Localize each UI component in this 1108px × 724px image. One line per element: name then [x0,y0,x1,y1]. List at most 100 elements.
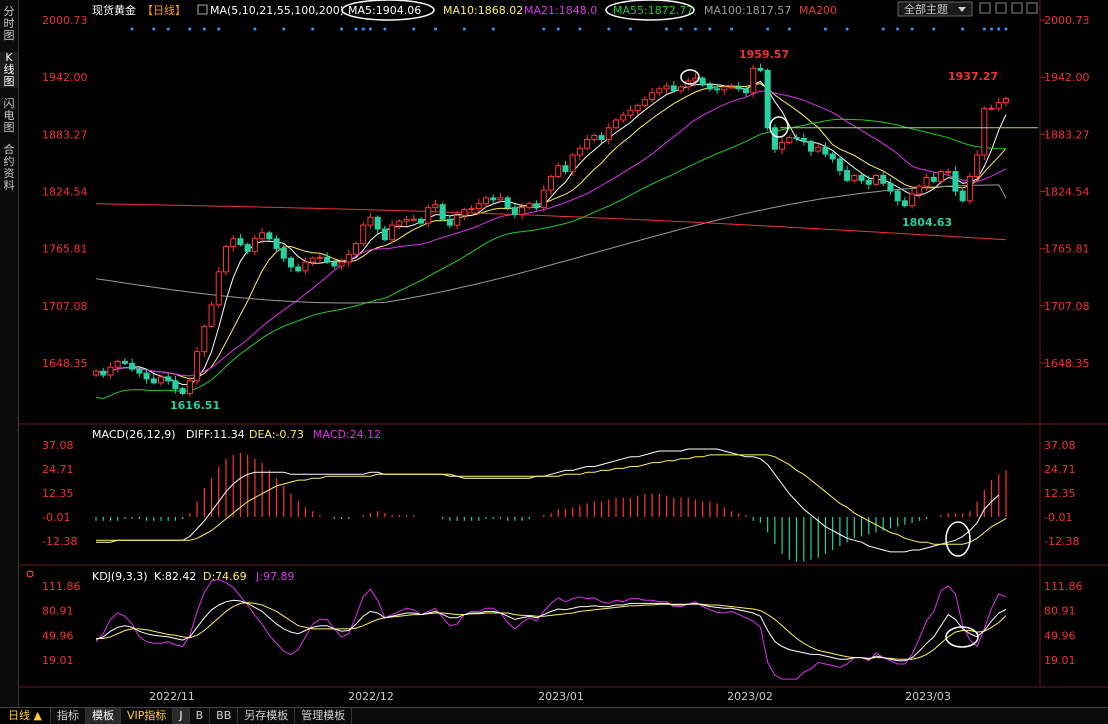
event-dot [340,27,344,31]
ma55-line [95,118,1007,400]
time-tick-label: 2023/03 [905,690,951,703]
event-dot [311,27,315,31]
event-dot [607,27,611,31]
candle-body [403,218,410,222]
candle-body [396,220,403,226]
macd-tick-label-left: -0.01 [42,511,70,524]
candle-body [894,190,901,202]
candle-body [677,86,685,92]
event-dot [961,27,965,31]
candle-body [490,197,497,201]
candle-body [714,88,721,91]
candle-body [584,138,591,149]
candlesticks [92,63,1010,397]
candle-body [251,238,258,252]
event-dot [152,27,156,31]
candle-body [345,253,352,263]
close-icon[interactable] [1026,2,1038,14]
tab-j[interactable]: J [173,708,190,724]
kdj-cross-circle [945,626,979,648]
kdj-k: K:82.42 [154,570,196,583]
candle-body [331,261,338,267]
event-dot [679,27,683,31]
period-button[interactable]: 日线 ▲ [0,708,51,724]
event-dot [910,27,914,31]
macd-histogram [95,452,1007,562]
tab-template[interactable]: 模板 [85,708,121,724]
candle-body [121,360,128,364]
ma55-value: MA55:1872.77 [613,4,693,17]
kdj-tick-label-left: 19.01 [42,654,74,667]
candle-body [844,170,851,181]
price-tick-label-left: 1883.27 [42,128,88,141]
candle-body [92,370,100,376]
macd-name: MACD(26,12,9) [92,428,176,441]
ma21-value: MA21:1848.0 [524,4,597,17]
candle-body [706,84,713,90]
candle-body [786,137,793,143]
tab-indicator[interactable]: 指标 [51,708,86,724]
candle-body [504,197,511,209]
low-label: 1616.51 [170,399,220,412]
candle-body [591,135,598,140]
event-dot [1004,27,1008,31]
ma200-value: MA200 [799,4,837,17]
theme-dropdown-label: 全部主题 [904,2,948,16]
tab-vip-indicator[interactable]: VIP指标 [121,708,174,724]
candle-body [287,257,295,268]
price-tick-label-left: 1765.81 [42,243,88,256]
event-dot [383,27,387,31]
macd-axis: 37.08 37.08 24.71 24.71 12.35 12.35 -0.01 -0.01… [42,439,1079,548]
event-dot [542,27,546,31]
candle-body [367,216,374,226]
restore-icon[interactable] [995,2,1007,14]
triangle-up-icon: ▲ [33,709,42,722]
high-label: 1959.57 [739,48,789,61]
candle-body [230,238,237,248]
macd-tick-label: 12.35 [1044,487,1076,500]
event-dot [730,27,734,31]
candle-body [656,88,663,94]
price-annotations: 1959.57 1616.51 1937.27 1804.63 [170,48,998,412]
event-dot [188,27,192,31]
tab-b[interactable]: B [190,708,211,724]
event-dot [412,27,416,31]
price-tick-label: 1707.08 [1044,300,1090,313]
tab-manage-template[interactable]: 管理模板 [295,708,353,724]
candle-body [165,376,172,382]
candle-body [641,99,648,106]
kdj-tick-label: 111.86 [1044,580,1083,593]
candle-body [880,174,887,184]
recent-low-label: 1804.63 [902,216,952,229]
candle-body [779,141,786,150]
price-tick-label-left: 1824.54 [42,186,88,199]
tab-save-template[interactable]: 另存模板 [238,708,296,724]
event-dot [282,27,286,31]
kdj-tick-label: 80.91 [1044,605,1076,618]
candle-body [547,175,555,191]
candle-body [815,146,822,152]
tab-bb[interactable]: BB [210,708,239,724]
event-dot [823,27,827,31]
candle-body [259,232,266,240]
indicator-settings-icon[interactable] [26,570,34,578]
candle-body [201,325,208,353]
candle-body [562,165,569,173]
minimize-icon[interactable] [979,2,991,14]
candle-body [612,119,620,129]
event-markers [130,27,1008,31]
maximize-icon[interactable] [1011,2,1023,14]
chart-settings-icon[interactable] [197,4,208,15]
candle-body [750,67,757,94]
candle-body [663,85,670,90]
candle-body [836,158,843,172]
candle-body [851,174,858,181]
theme-dropdown[interactable]: 全部主题 [897,1,973,17]
candle-body [858,174,865,181]
chart-canvas[interactable]: 现货黄金 【日线】 MA(5,10,21,55,100,200) MA5:190… [0,0,1108,707]
candle-body [974,154,981,177]
event-dot [433,27,437,31]
kdj-j-line [95,578,1007,680]
kdj-k-line [95,599,1007,662]
candle-body [576,147,583,156]
